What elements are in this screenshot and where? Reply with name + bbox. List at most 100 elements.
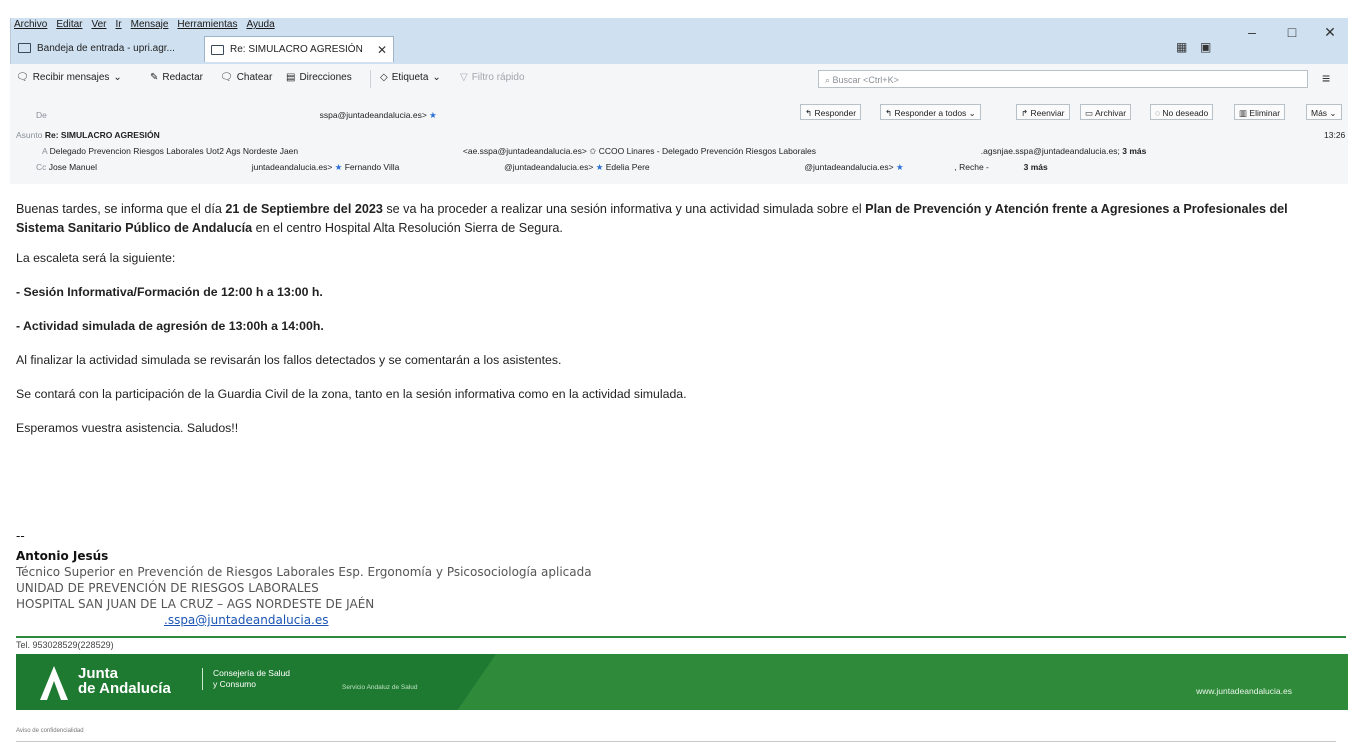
- star-icon[interactable]: ★: [335, 162, 343, 172]
- compose-button[interactable]: ✎ Redactar: [150, 72, 203, 83]
- junta-line-2: de Andalucía: [78, 680, 171, 697]
- menu-editar[interactable]: Editar: [56, 19, 82, 33]
- signature-unit: UNIDAD DE PREVENCIÓN DE RIESGOS LABORALE…: [16, 581, 319, 595]
- compose-label: Redactar: [162, 72, 203, 83]
- menu-mensaje[interactable]: Mensaje: [131, 19, 169, 33]
- signature-divider: [16, 636, 1346, 638]
- menu-archivo[interactable]: Archivo: [14, 19, 47, 33]
- get-messages-button[interactable]: 🗨 Recibir mensajes ⌄: [16, 72, 122, 83]
- address-book-label: Direcciones: [299, 72, 352, 83]
- signature-phone: Tel. 953028529(228529): [16, 640, 114, 650]
- forward-button[interactable]: ↱ Reenviar: [1016, 104, 1070, 120]
- quick-filter-label: Filtro rápido: [471, 72, 525, 83]
- to-recipient-3[interactable]: CCOO Linares - Delegado Prevención Riesg…: [599, 146, 816, 156]
- from-value[interactable]: sspa@juntadeandalucia.es>: [320, 110, 427, 120]
- toolbar-divider: [370, 70, 371, 88]
- get-messages-label: Recibir mensajes: [32, 72, 110, 83]
- consejeria-line-1: Consejería de Salud: [213, 668, 291, 678]
- consejeria-line-2: y Consumo: [213, 679, 256, 689]
- top-strip: [0, 0, 1348, 18]
- from-row: De sspa@juntadeandalucia.es> ★: [36, 110, 437, 121]
- more-button[interactable]: Más ⌄: [1306, 104, 1342, 120]
- junk-button[interactable]: ◌ No deseado: [1150, 104, 1214, 120]
- mail-icon: [18, 43, 31, 53]
- message-header: De sspa@juntadeandalucia.es> ★ Asunto Re…: [10, 94, 1348, 184]
- maximize-button[interactable]: □: [1276, 20, 1308, 44]
- cc-recipient-3[interactable]: Fernando Villa: [345, 162, 400, 172]
- chat-button[interactable]: 🗨 Chatear: [220, 72, 272, 83]
- to-recipient-1[interactable]: Delegado Prevencion Riesgos Laborales Uo…: [50, 146, 299, 156]
- body-text: Buenas tardes, se informa que el día: [16, 202, 226, 216]
- from-label: De: [36, 110, 47, 120]
- cc-recipient-7[interactable]: , Reche -: [954, 162, 989, 172]
- cc-row: Cc Jose Manuel juntadeandalucia.es> ★ Fe…: [36, 162, 1048, 173]
- tab-message[interactable]: Re: SIMULACRO AGRESIÓN ✕: [204, 36, 394, 62]
- minimize-button[interactable]: –: [1236, 20, 1268, 44]
- body-paragraph-5: Al finalizar la actividad simulada se re…: [16, 353, 562, 367]
- to-row: A Delegado Prevencion Riesgos Laborales …: [42, 146, 1146, 157]
- app-menu-icon[interactable]: ≡: [1322, 70, 1330, 86]
- star-icon[interactable]: ★: [896, 162, 904, 172]
- menu-ver[interactable]: Ver: [91, 19, 106, 33]
- chevron-down-icon: ⌄: [432, 72, 441, 83]
- reply-button[interactable]: ↰ Responder: [800, 104, 862, 120]
- get-messages-icon: 🗨: [16, 72, 29, 83]
- subject-label: Asunto: [16, 130, 43, 140]
- body-text: en el centro Hospital Alta Resolución Si…: [252, 221, 563, 235]
- to-recipient-4[interactable]: .agsnjae.sspa@juntadeandalucia.es;: [981, 146, 1120, 156]
- more-label: Más: [1311, 108, 1328, 118]
- menu-ir[interactable]: Ir: [116, 19, 122, 33]
- tab-inbox-label: Bandeja de entrada - upri.agr...: [37, 42, 175, 54]
- outline-star-icon[interactable]: ✩: [589, 146, 596, 156]
- address-book-icon: ▤: [286, 72, 296, 83]
- junta-banner: Junta de Andalucía Consejería de Salud y…: [16, 654, 1348, 710]
- signature-email-link[interactable]: .sspa@juntadeandalucia.es: [164, 613, 329, 627]
- cc-recipient-6[interactable]: @juntadeandalucia.es>: [804, 162, 893, 172]
- body-paragraph-7: Esperamos vuestra asistencia. Saludos!!: [16, 421, 239, 435]
- pencil-icon: ✎: [150, 72, 159, 83]
- star-icon[interactable]: ★: [596, 162, 604, 172]
- archive-button[interactable]: ▭ Archivar: [1080, 104, 1132, 120]
- signature: -- Antonio Jesús Técnico Superior en Pre…: [16, 528, 592, 628]
- schedule-item-2: - Actividad simulada de agresión de 13:0…: [16, 319, 324, 333]
- signature-hospital: HOSPITAL SAN JUAN DE LA CRUZ – AGS NORDE…: [16, 597, 375, 611]
- cc-recipient-2[interactable]: juntadeandalucia.es>: [252, 162, 333, 172]
- mail-icon: [211, 44, 224, 55]
- menu-herramientas[interactable]: Herramientas: [177, 19, 237, 33]
- junta-logo-text: Junta de Andalucía: [78, 666, 171, 696]
- tasks-icon[interactable]: ▣: [1200, 40, 1211, 54]
- cc-recipient-5[interactable]: Edelia Pere: [606, 162, 650, 172]
- address-book-button[interactable]: ▤ Direcciones: [286, 72, 352, 83]
- search-icon: ⌕: [825, 75, 833, 85]
- signature-title: Técnico Superior en Prevención de Riesgo…: [16, 565, 592, 579]
- to-label: A: [42, 146, 48, 156]
- reply-all-button[interactable]: ↰ Responder a todos ⌄: [880, 104, 981, 120]
- tab-message-label: Re: SIMULACRO AGRESIÓN: [230, 44, 363, 55]
- cc-recipient-4[interactable]: @juntadeandalucia.es>: [504, 162, 593, 172]
- cc-more-link[interactable]: 3 más: [1024, 162, 1048, 172]
- search-input[interactable]: ⌕ Buscar <Ctrl+K>: [818, 70, 1308, 88]
- tab-inbox[interactable]: Bandeja de entrada - upri.agr...: [12, 37, 198, 59]
- tab-close-icon[interactable]: ✕: [377, 43, 387, 57]
- star-icon[interactable]: ★: [429, 110, 437, 120]
- schedule-item-1: - Sesión Informativa/Formación de 12:00 …: [16, 285, 323, 299]
- cc-recipient-1[interactable]: Jose Manuel: [49, 162, 97, 172]
- close-window-button[interactable]: ✕: [1314, 20, 1346, 44]
- quick-filter-button[interactable]: ▽ Filtro rápido: [460, 72, 525, 83]
- reply-label: Responder: [814, 108, 857, 118]
- to-recipient-2[interactable]: <ae.sspa@juntadeandalucia.es>: [463, 146, 587, 156]
- calendar-icon[interactable]: ▦: [1176, 40, 1187, 54]
- menu-ayuda[interactable]: Ayuda: [246, 19, 274, 33]
- junta-line-1: Junta: [78, 665, 119, 682]
- body-paragraph-2: La escaleta será la siguiente:: [16, 251, 176, 265]
- consejeria-text: Consejería de Salud y Consumo: [202, 668, 290, 690]
- delete-button[interactable]: ▥ Eliminar: [1234, 104, 1286, 120]
- message-body: Buenas tardes, se informa que el día 21 …: [16, 200, 1336, 437]
- body-paragraph-1: Buenas tardes, se informa que el día 21 …: [16, 200, 1336, 238]
- body-paragraph-6: Se contará con la participación de la Gu…: [16, 387, 687, 401]
- delete-label: Eliminar: [1249, 108, 1281, 118]
- junk-label: No deseado: [1162, 108, 1209, 118]
- banner-website[interactable]: www.juntadeandalucia.es: [1196, 686, 1292, 696]
- to-more-link[interactable]: 3 más: [1122, 146, 1146, 156]
- tag-button[interactable]: ◇ Etiqueta ⌄: [380, 72, 441, 83]
